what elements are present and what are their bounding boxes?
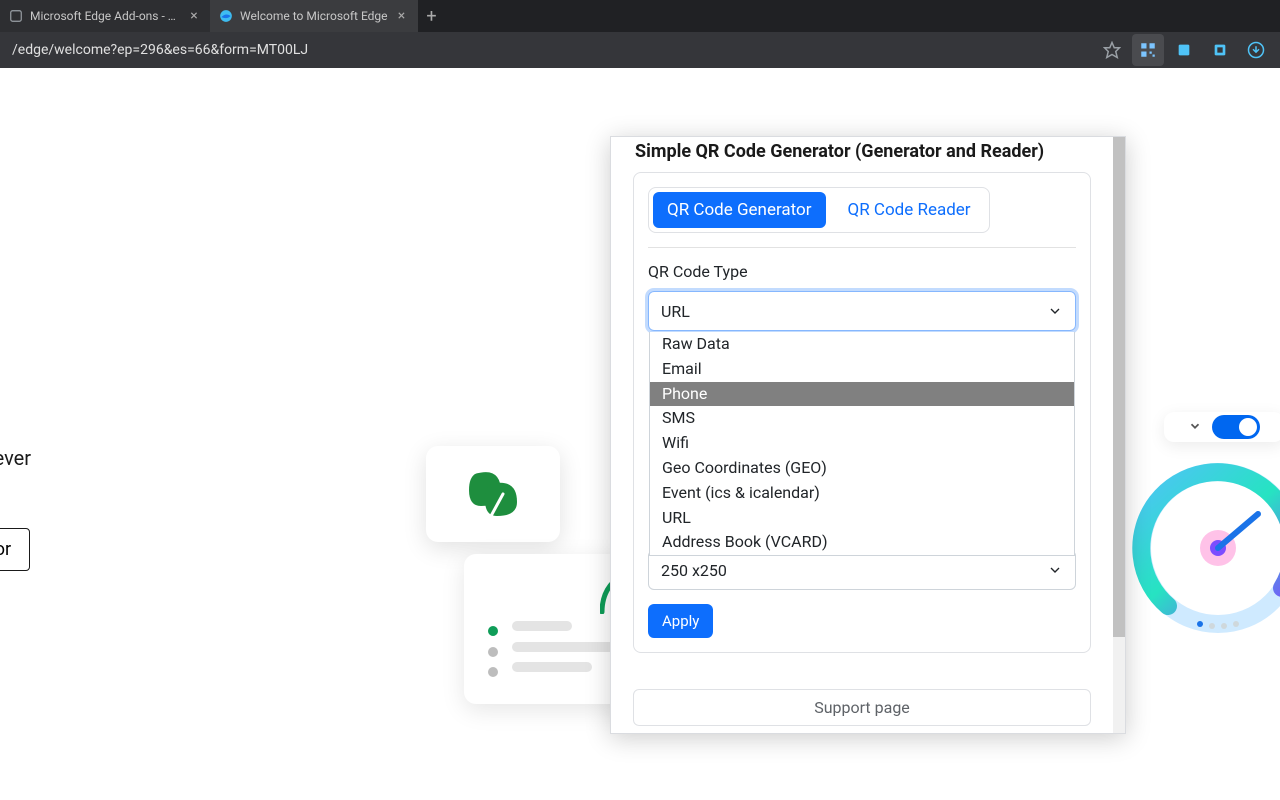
close-icon[interactable]: × bbox=[186, 8, 202, 24]
address-bar-row: /edge/welcome?ep=296&es=66&form=MT00LJ bbox=[0, 32, 1280, 68]
dropdown-option[interactable]: SMS bbox=[650, 406, 1074, 431]
dropdown-option[interactable]: URL bbox=[650, 506, 1074, 531]
welcome-body-line: eyond what you ever bbox=[0, 446, 31, 470]
edge-favicon-icon bbox=[218, 8, 234, 24]
qr-type-label: QR Code Type bbox=[648, 262, 1076, 281]
extension-icon[interactable] bbox=[1168, 34, 1200, 66]
eco-card bbox=[426, 446, 560, 542]
performance-gauge bbox=[1128, 458, 1280, 638]
qr-type-dropdown: Raw DataEmailPhoneSMSWifiGeo Coordinates… bbox=[649, 332, 1075, 556]
browser-tab-active[interactable]: Welcome to Microsoft Edge × bbox=[210, 0, 418, 32]
browser-tab-bar: Microsoft Edge Add-ons - qr c × Welcome … bbox=[0, 0, 1280, 32]
image-size-selected-value: 250 x250 bbox=[661, 561, 727, 580]
dropdown-option[interactable]: Raw Data bbox=[650, 332, 1074, 357]
dropdown-option[interactable]: Email bbox=[650, 357, 1074, 382]
tab-title: Welcome to Microsoft Edge bbox=[240, 9, 388, 23]
tab-favicon-icon bbox=[8, 8, 24, 24]
extension-tabs: QR Code Generator QR Code Reader bbox=[648, 187, 990, 233]
extension-body: Simple QR Code Generator (Generator and … bbox=[611, 137, 1113, 733]
support-page-link[interactable]: Support page bbox=[633, 689, 1091, 726]
divider bbox=[648, 247, 1076, 248]
tab-qr-generator[interactable]: QR Code Generator bbox=[653, 192, 826, 228]
popup-scrollbar[interactable] bbox=[1113, 137, 1125, 733]
qr-type-selected-value: URL bbox=[661, 302, 690, 321]
extension-icon[interactable] bbox=[1204, 34, 1236, 66]
qr-type-select[interactable]: URL Raw DataEmailPhoneSMSWifiGeo Coordin… bbox=[648, 291, 1076, 331]
dropdown-option[interactable]: Phone bbox=[650, 382, 1074, 407]
address-bar[interactable]: /edge/welcome?ep=296&es=66&form=MT00LJ bbox=[4, 42, 1092, 58]
chevron-down-icon[interactable] bbox=[1188, 418, 1202, 437]
welcome-body-text: eyond what you ever r browser. bbox=[0, 444, 190, 500]
close-icon[interactable]: × bbox=[394, 8, 410, 24]
toggle-card bbox=[1164, 412, 1280, 442]
downloads-icon[interactable] bbox=[1240, 34, 1272, 66]
dropdown-option[interactable]: Event (ics & icalendar) bbox=[650, 481, 1074, 506]
toggle-switch[interactable] bbox=[1212, 415, 1260, 439]
extension-title: Simple QR Code Generator (Generator and … bbox=[611, 137, 1113, 172]
chevron-down-icon bbox=[1047, 562, 1063, 578]
welcome-action-button[interactable]: tor bbox=[0, 528, 30, 571]
toolbar-icons bbox=[1092, 34, 1276, 66]
browser-tab[interactable]: Microsoft Edge Add-ons - qr c × bbox=[0, 0, 210, 32]
tab-qr-reader[interactable]: QR Code Reader bbox=[830, 188, 989, 232]
extension-popup: Simple QR Code Generator (Generator and … bbox=[610, 136, 1126, 734]
page-content: r d eyond what you ever r browser. tor bbox=[0, 68, 1280, 800]
leaf-icon bbox=[461, 466, 525, 522]
chevron-down-icon bbox=[1047, 303, 1063, 319]
favorite-icon[interactable] bbox=[1096, 34, 1128, 66]
dropdown-option[interactable]: Geo Coordinates (GEO) bbox=[650, 456, 1074, 481]
dropdown-option[interactable]: Address Book (VCARD) bbox=[650, 530, 1074, 555]
new-tab-button[interactable]: + bbox=[418, 2, 446, 30]
tab-title: Microsoft Edge Add-ons - qr c bbox=[30, 9, 180, 23]
extension-panel: QR Code Generator QR Code Reader QR Code… bbox=[633, 172, 1091, 653]
dropdown-option[interactable]: Wifi bbox=[650, 431, 1074, 456]
scrollbar-thumb[interactable] bbox=[1113, 137, 1125, 637]
qr-extension-icon[interactable] bbox=[1132, 34, 1164, 66]
apply-button[interactable]: Apply bbox=[648, 604, 713, 638]
